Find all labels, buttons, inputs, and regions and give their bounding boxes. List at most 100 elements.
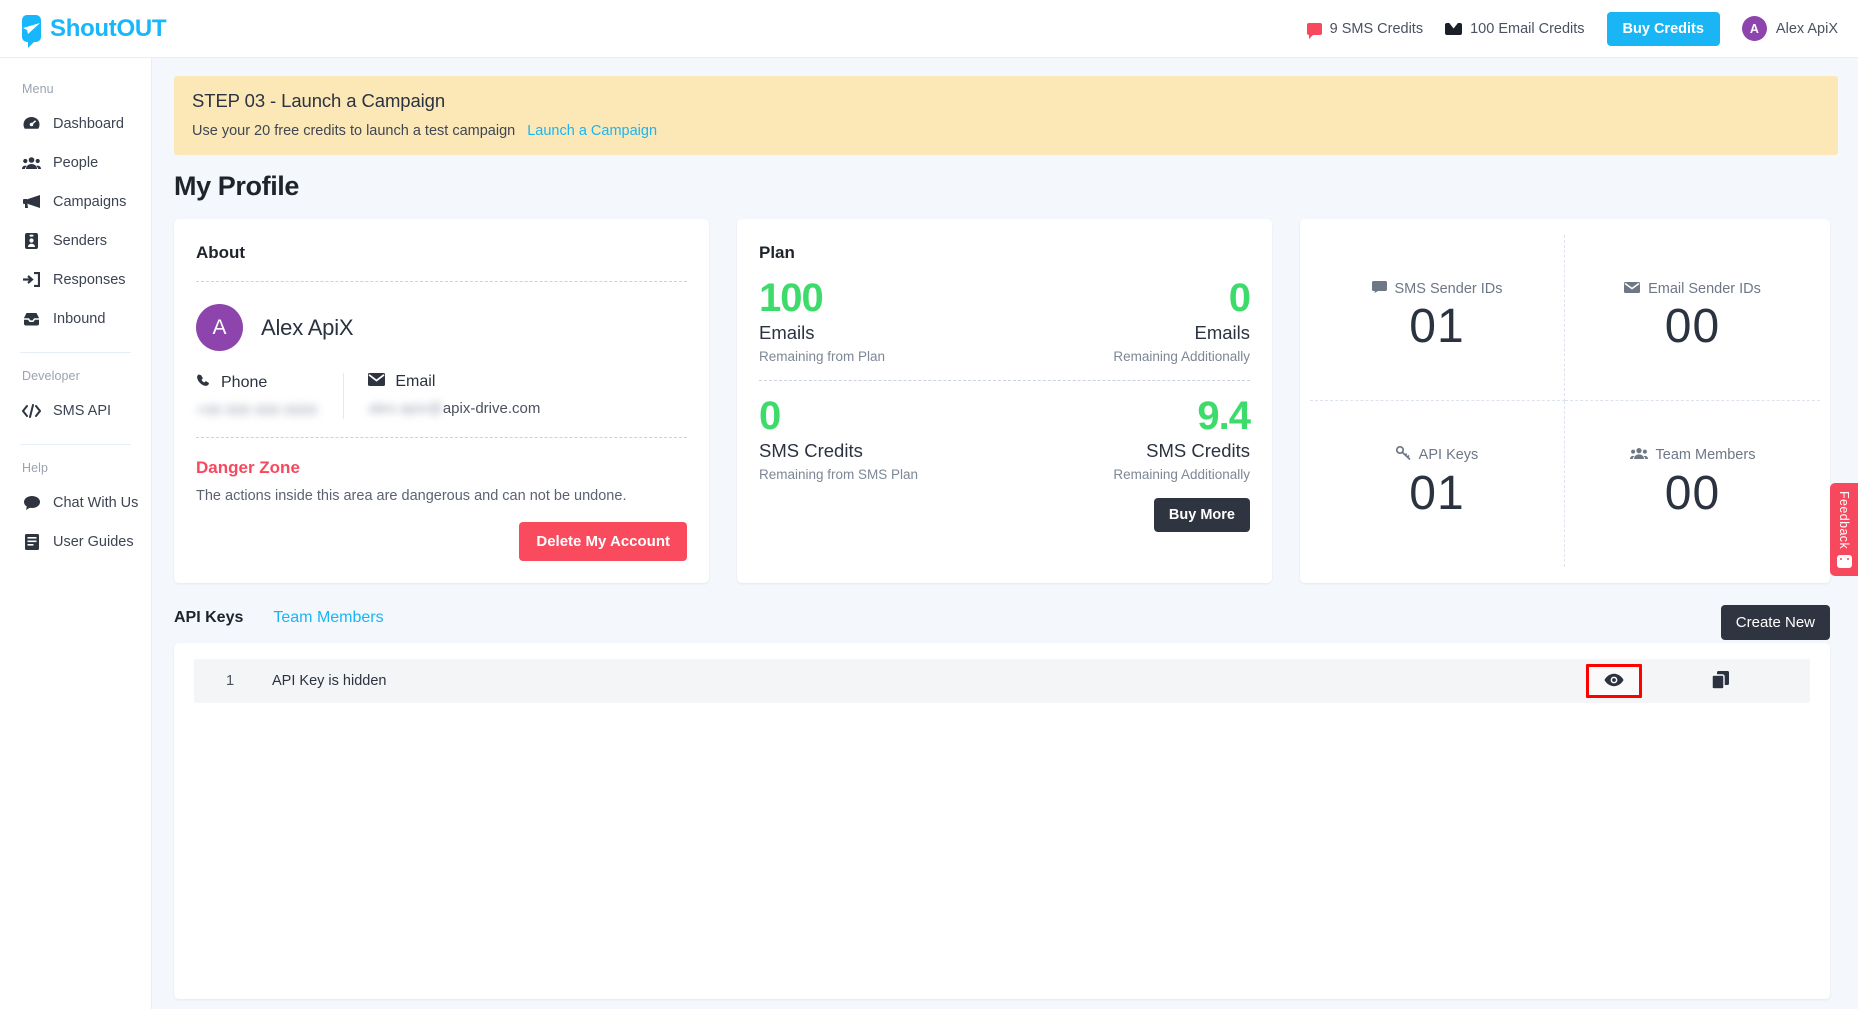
plan-emails-unit: Emails <box>759 322 815 344</box>
tabs-row: API Keys Team Members Create New <box>152 583 1858 640</box>
user-name-label: Alex ApiX <box>1775 20 1838 37</box>
about-card: About A Alex ApiX Phone +00 000 000 0000… <box>174 219 709 583</box>
sidebar: Menu Dashboard People Campaigns Senders <box>0 58 152 1009</box>
phone-label-row: Phone <box>196 373 317 393</box>
copy-api-key-button[interactable] <box>1692 664 1748 698</box>
stat-label: Team Members <box>1655 447 1756 464</box>
plan-emails-add-value: 0 <box>1228 276 1251 320</box>
shoutout-logo-icon <box>22 15 41 48</box>
launch-campaign-link[interactable]: Launch a Campaign <box>527 123 657 139</box>
avatar: A <box>196 304 243 351</box>
stat-value: 01 <box>1409 299 1465 353</box>
user-menu[interactable]: A Alex ApiX <box>1741 16 1838 41</box>
reveal-api-key-button[interactable] <box>1586 664 1642 698</box>
page-title: My Profile <box>174 171 300 201</box>
sidebar-item-label: Chat With Us <box>53 494 139 511</box>
stat-team-members: Team Members 00 <box>1565 401 1820 567</box>
sms-credits-label: 9 SMS Credits <box>1329 20 1424 37</box>
plan-sms-row: 0 SMS Credits Remaining from SMS Plan 9.… <box>759 394 1251 483</box>
sidebar-item-user-guides[interactable]: User Guides <box>0 522 151 561</box>
sidebar-group-help: Help <box>22 461 49 475</box>
profile-row: A Alex ApiX <box>196 304 687 351</box>
main-content: STEP 03 - Launch a Campaign Use your 20 … <box>152 58 1858 1009</box>
phone-value: +00 000 000 0000 <box>196 402 318 419</box>
stat-value: 00 <box>1664 299 1721 353</box>
create-new-button[interactable]: Create New <box>1720 605 1830 640</box>
sms-credits-indicator: 9 SMS Credits <box>1306 20 1424 39</box>
plan-sms-additional: 9.4 SMS Credits Remaining Additionally <box>1005 394 1251 482</box>
sidebar-item-label: Inbound <box>53 310 106 327</box>
sidebar-item-people[interactable]: People <box>0 143 151 182</box>
sidebar-item-inbound[interactable]: Inbound <box>0 299 151 338</box>
sidebar-divider-2 <box>20 444 131 445</box>
app-root: ShoutOUT 9 SMS Credits 100 Email Credits… <box>0 0 1858 1009</box>
users-icon <box>1629 447 1648 464</box>
stat-label: SMS Sender IDs <box>1394 280 1503 297</box>
eye-icon <box>1604 673 1624 690</box>
phone-label: Phone <box>221 374 268 391</box>
sidebar-item-responses[interactable]: Responses <box>0 260 151 299</box>
stat-sms-sender-ids: SMS Sender IDs 01 <box>1310 235 1565 401</box>
sidebar-item-label: Responses <box>53 271 126 288</box>
plan-sms-add-unit: SMS Credits <box>1146 440 1250 462</box>
stat-api-keys: API Keys 01 <box>1310 401 1565 567</box>
table-row: 1 API Key is hidden <box>194 659 1810 703</box>
delete-my-account-button[interactable]: Delete My Account <box>519 522 687 561</box>
profile-name: Alex ApiX <box>261 314 354 340</box>
code-icon <box>22 402 41 419</box>
top-bar: ShoutOUT 9 SMS Credits 100 Email Credits… <box>0 0 1858 58</box>
tab-team-members[interactable]: Team Members <box>273 609 383 627</box>
plan-sms-note: Remaining from SMS Plan <box>759 467 919 483</box>
avatar: A <box>1741 16 1767 41</box>
feedback-face-icon <box>1836 555 1852 569</box>
danger-zone-title: Danger Zone <box>196 458 300 477</box>
plan-emails-additional: 0 Emails Remaining Additionally <box>1005 276 1251 365</box>
sidebar-item-label: SMS API <box>53 402 112 419</box>
sidebar-item-campaigns[interactable]: Campaigns <box>0 182 151 221</box>
book-icon <box>22 533 41 550</box>
stat-email-sender-ids: Email Sender IDs 00 <box>1565 235 1820 401</box>
copy-icon <box>1710 670 1729 692</box>
email-label: Email <box>395 373 436 390</box>
plan-emails-add-note: Remaining Additionally <box>1113 349 1250 365</box>
sidebar-item-label: People <box>53 154 99 171</box>
plan-divider <box>759 380 1250 382</box>
plan-emails-from-plan: 100 Emails Remaining from Plan <box>759 276 1005 365</box>
stat-label: Email Sender IDs <box>1648 280 1761 297</box>
email-credits-indicator: 100 Email Credits <box>1445 21 1585 37</box>
id-card-icon <box>22 232 41 249</box>
sidebar-item-sms-api[interactable]: SMS API <box>0 391 151 430</box>
sidebar-divider-1 <box>20 352 131 353</box>
sidebar-item-label: User Guides <box>53 533 134 550</box>
banner-title: STEP 03 - Launch a Campaign <box>192 90 446 111</box>
sidebar-group-developer: Developer <box>22 369 80 383</box>
plan-emails-value: 100 <box>759 276 824 320</box>
tab-api-keys[interactable]: API Keys <box>174 609 243 627</box>
banner-subtitle-row: Use your 20 free credits to launch a tes… <box>192 123 1820 139</box>
brand-logo[interactable]: ShoutOUT <box>0 15 167 48</box>
sidebar-item-label: Campaigns <box>53 193 127 210</box>
phone-icon <box>196 373 211 393</box>
buy-more-button[interactable]: Buy More <box>1153 498 1250 533</box>
stats-card: SMS Sender IDs 01 Email Sender IDs 00 AP… <box>1300 219 1830 583</box>
feedback-tab[interactable]: Feedback <box>1830 483 1858 576</box>
sidebar-item-chat-with-us[interactable]: Chat With Us <box>0 483 151 522</box>
sidebar-item-dashboard[interactable]: Dashboard <box>0 104 151 143</box>
onboarding-banner: STEP 03 - Launch a Campaign Use your 20 … <box>174 76 1838 155</box>
stat-value: 01 <box>1409 467 1465 521</box>
sidebar-item-label: Dashboard <box>53 115 124 132</box>
email-block: Email alex.apix@apix-drive.com <box>343 373 566 419</box>
api-keys-table-card: 1 API Key is hidden <box>174 643 1830 999</box>
plan-sms-from-plan: 0 SMS Credits Remaining from SMS Plan <box>759 394 1005 483</box>
brand-name: ShoutOUT <box>50 14 167 42</box>
sidebar-item-senders[interactable]: Senders <box>0 221 151 260</box>
envelope-icon <box>1624 281 1641 297</box>
api-key-value: API Key is hidden <box>272 673 387 689</box>
plan-emails-row: 100 Emails Remaining from Plan 0 Emails … <box>759 276 1251 365</box>
about-divider-2 <box>196 437 687 438</box>
plan-emails-note: Remaining from Plan <box>759 349 886 365</box>
danger-zone-description: The actions inside this area are dangero… <box>196 488 627 504</box>
contact-row: Phone +00 000 000 0000 Email alex.apix@a… <box>196 373 687 419</box>
envelope-icon <box>1445 22 1463 35</box>
buy-credits-button[interactable]: Buy Credits <box>1606 11 1720 46</box>
